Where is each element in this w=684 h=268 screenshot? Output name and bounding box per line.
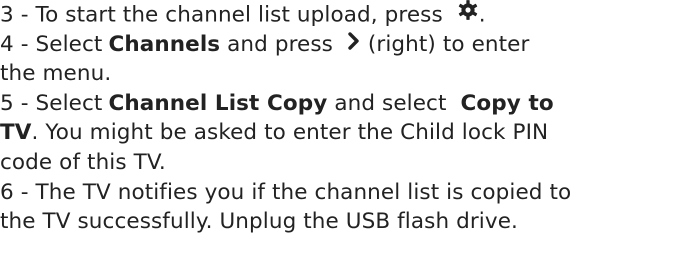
step-6-line: 6 - The TV notifies you if the channel l… bbox=[0, 178, 684, 208]
step-5-text-pin: . You might be asked to enter the Child … bbox=[31, 120, 549, 146]
step-3-number: 3 - bbox=[0, 2, 36, 28]
step-5-line-2: TV. You might be asked to enter the Chil… bbox=[0, 118, 684, 148]
step-4-text-press: and press bbox=[227, 31, 333, 57]
step-6-line-2: the TV successfully. Unplug the USB flas… bbox=[0, 207, 684, 237]
step-3-text: To start the channel list upload, press bbox=[35, 2, 443, 28]
step-5-number: 5 - bbox=[0, 90, 36, 116]
step-6-number: 6 - bbox=[0, 179, 36, 205]
step-5-channel-list-copy-bold: Channel List Copy bbox=[108, 90, 328, 116]
step-4-text-menu: the menu. bbox=[0, 61, 112, 87]
gear-icon bbox=[457, 0, 479, 30]
step-6-text-notify: The TV notifies you if the channel list … bbox=[35, 179, 572, 205]
step-4-line: 4 - Select Channels and press (right) to … bbox=[0, 30, 684, 60]
step-6-text-unplug: the TV successfully. Unplug the USB flas… bbox=[0, 209, 518, 235]
step-5-text-code: code of this TV. bbox=[0, 149, 166, 175]
step-4-line-2: the menu. bbox=[0, 59, 684, 89]
step-5-line: 5 - Select Channel List Copy and select Co… bbox=[0, 89, 684, 119]
step-5-text-and-select: and select bbox=[334, 90, 447, 116]
step-5-text-select: Select bbox=[35, 90, 103, 116]
step-5-tv-bold: TV bbox=[0, 120, 32, 146]
step-4-text-right: (right) to enter bbox=[367, 31, 530, 57]
step-5-copy-to-bold: Copy to bbox=[460, 90, 554, 116]
step-4-number: 4 - bbox=[0, 31, 36, 57]
step-5-line-3: code of this TV. bbox=[0, 148, 684, 178]
instruction-text: 3 - To start the channel list upload, pr… bbox=[0, 0, 684, 237]
chevron-right-icon bbox=[347, 29, 361, 59]
step-4-text-select: Select bbox=[35, 31, 103, 57]
step-3-suffix: . bbox=[478, 2, 486, 28]
step-3-line: 3 - To start the channel list upload, pr… bbox=[0, 0, 684, 30]
step-4-channels-bold: Channels bbox=[108, 31, 221, 57]
